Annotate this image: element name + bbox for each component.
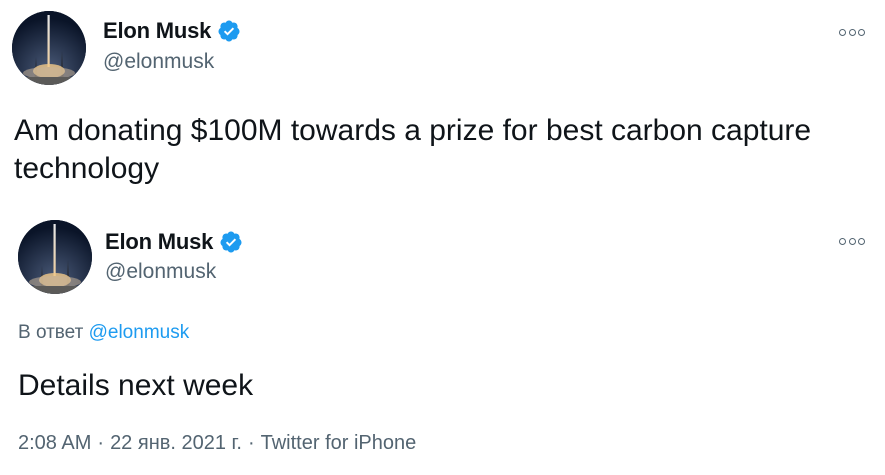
more-options-icon[interactable] xyxy=(839,26,865,38)
avatar[interactable] xyxy=(18,220,92,294)
verified-badge-icon xyxy=(220,231,242,253)
dot xyxy=(848,237,856,245)
reply-to-line: В ответ @elonmusk xyxy=(18,322,189,344)
author-handle[interactable]: @elonmusk xyxy=(105,260,216,284)
display-name[interactable]: Elon Musk xyxy=(103,18,211,44)
tweet-date[interactable]: 22 янв. 2021 г. xyxy=(110,432,242,455)
avatar[interactable] xyxy=(12,11,86,85)
separator: · xyxy=(247,432,255,454)
separator: · xyxy=(97,432,105,454)
dot xyxy=(858,28,865,36)
dot xyxy=(839,237,846,245)
reply-to-handle-link[interactable]: @elonmusk xyxy=(89,322,190,343)
rocket-launch-avatar-icon xyxy=(18,220,92,294)
dot xyxy=(839,28,846,36)
verified-badge-icon xyxy=(218,20,240,42)
author-handle[interactable]: @elonmusk xyxy=(103,50,214,74)
author-name-row[interactable]: Elon Musk xyxy=(103,18,241,44)
dot xyxy=(858,237,865,245)
tweet-text: Details next week xyxy=(18,369,254,402)
tweet-main: Elon Musk @elonmusk Am donating $100M to… xyxy=(0,0,885,205)
tweet-meta: 2:08 AM · 22 янв. 2021 г. · Twitter for … xyxy=(18,432,416,455)
display-name[interactable]: Elon Musk xyxy=(105,229,213,255)
more-options-icon[interactable] xyxy=(839,235,865,247)
dot xyxy=(848,28,856,36)
rocket-launch-avatar-icon xyxy=(12,11,86,85)
tweet-time[interactable]: 2:08 AM xyxy=(18,432,91,455)
tweet-text: Am donating $100M towards a prize for be… xyxy=(14,114,812,185)
reply-to-prefix: В ответ xyxy=(18,322,84,343)
tweet-reply: Elon Musk @elonmusk В ответ @elonmusk De… xyxy=(0,205,885,475)
author-name-row[interactable]: Elon Musk xyxy=(105,229,243,255)
tweet-source[interactable]: Twitter for iPhone xyxy=(261,432,417,455)
